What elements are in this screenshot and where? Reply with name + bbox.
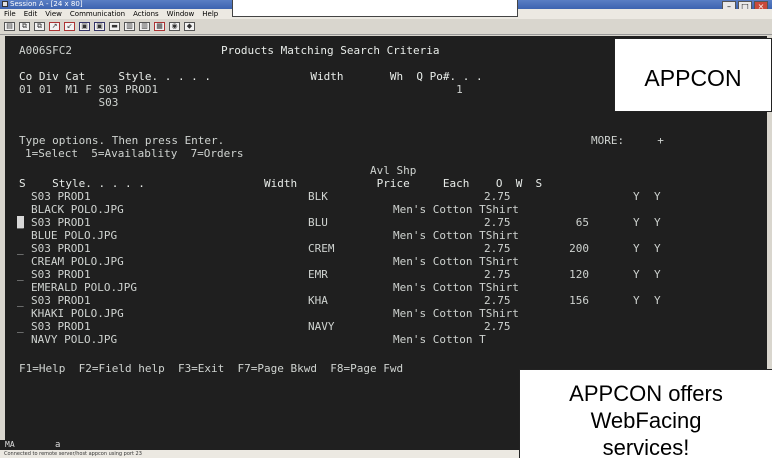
screen-heading: Products Matching Search Criteria <box>221 44 440 57</box>
row-each: 156 <box>569 294 589 307</box>
callout-line-2: WebFacing <box>590 408 702 433</box>
column-header-1: Avl Shp <box>19 164 417 177</box>
oia-field: a <box>55 440 61 450</box>
window-title: Session A - [24 x 80] <box>10 0 83 8</box>
callout-line-3: services! <box>602 435 690 458</box>
menu-help[interactable]: Help <box>202 9 218 19</box>
row-description: Men's Cotton TShirt <box>393 203 519 216</box>
row-width: EMR <box>308 268 328 281</box>
row-select-field[interactable] <box>17 190 24 203</box>
row-w: Y <box>654 294 661 307</box>
criteria-header: Co Div Cat Style. . . . . Width Wh Q Po#… <box>19 70 483 83</box>
row-select-field[interactable]: _ <box>17 216 24 229</box>
row-style: S03 PROD1 <box>31 190 91 203</box>
appcon-label: APPCON <box>614 38 772 112</box>
row-image: KHAKI POLO.JPG <box>31 307 124 320</box>
row-image: NAVY POLO.JPG <box>31 333 118 346</box>
play-icon[interactable]: ▬ <box>109 22 120 31</box>
row-image: CREAM POLO.JPG <box>31 255 124 268</box>
map-icon[interactable]: ▥ <box>139 22 150 31</box>
macro-icon[interactable]: ▥ <box>124 22 135 31</box>
toolbar: ▤ ⧉ ⧉ ↗ ↙ ▣ ▣ ▬ ▥ ▥ ▦ ◉ ◆ <box>0 19 772 35</box>
row-w: Y <box>654 216 661 229</box>
oia-indicator: MA <box>5 440 15 449</box>
column-header-2: S Style. . . . . Width Price Each O W S <box>19 177 543 190</box>
webfacing-callout: APPCON offers WebFacing services! <box>519 369 772 458</box>
row-style: S03 PROD1 <box>31 268 91 281</box>
more-indicator: MORE: + <box>591 134 664 147</box>
row-description: Men's Cotton T <box>393 333 486 346</box>
help-icon[interactable]: ◆ <box>184 22 195 31</box>
row-price: 2.75 <box>484 268 511 281</box>
display-icon[interactable]: ▣ <box>79 22 90 31</box>
row-description: Men's Cotton TShirt <box>393 281 519 294</box>
row-o: Y <box>633 190 640 203</box>
row-image: BLACK POLO.JPG <box>31 203 124 216</box>
row-style: S03 PROD1 <box>31 294 91 307</box>
row-price: 2.75 <box>484 294 511 307</box>
row-each: 120 <box>569 268 589 281</box>
blank-callout <box>232 0 518 17</box>
copy-icon[interactable]: ⧉ <box>19 22 30 31</box>
record-icon[interactable]: ▣ <box>94 22 105 31</box>
row-description: Men's Cotton TShirt <box>393 229 519 242</box>
session-icon[interactable] <box>2 1 8 7</box>
row-image: EMERALD POLO.JPG <box>31 281 137 294</box>
row-o: Y <box>633 216 640 229</box>
row-o: Y <box>633 294 640 307</box>
row-image: BLUE POLO.JPG <box>31 229 118 242</box>
row-style: S03 PROD1 <box>31 320 91 333</box>
program-name: A006SFC2 <box>19 44 72 57</box>
row-description: Men's Cotton TShirt <box>393 307 519 320</box>
row-o: Y <box>633 242 640 255</box>
receive-icon[interactable]: ↙ <box>64 22 75 31</box>
menu-edit[interactable]: Edit <box>24 9 38 19</box>
color-icon[interactable]: ◉ <box>169 22 180 31</box>
row-width: BLK <box>308 190 328 203</box>
row-select-field[interactable]: _ <box>17 242 24 255</box>
row-width: CREM <box>308 242 335 255</box>
popup-keypad-icon[interactable]: ▦ <box>154 22 165 31</box>
row-each: 65 <box>575 216 589 229</box>
connection-status: Connected to remote server/host appcon u… <box>4 451 142 457</box>
row-w: Y <box>654 268 661 281</box>
row-w: Y <box>654 190 661 203</box>
appcon-label-text: APPCON <box>644 64 742 91</box>
row-width: NAVY <box>308 320 335 333</box>
menu-communication[interactable]: Communication <box>70 9 125 19</box>
function-keys: F1=Help F2=Field help F3=Exit F7=Page Bk… <box>19 362 404 375</box>
menu-file[interactable]: File <box>4 9 16 19</box>
row-select-field[interactable]: _ <box>17 268 24 281</box>
instructions: Type options. Then press Enter. <box>19 134 225 147</box>
row-w: Y <box>654 242 661 255</box>
menu-window[interactable]: Window <box>167 9 195 19</box>
row-o: Y <box>633 268 640 281</box>
row-price: 2.75 <box>484 242 511 255</box>
criteria-values-2: S03 <box>19 96 119 109</box>
row-price: 2.75 <box>484 190 511 203</box>
row-style: S03 PROD1 <box>31 216 91 229</box>
callout-line-1: APPCON offers <box>569 381 723 406</box>
print-icon[interactable]: ▤ <box>4 22 15 31</box>
row-description: Men's Cotton TShirt <box>393 255 519 268</box>
row-style: S03 PROD1 <box>31 242 91 255</box>
row-width: KHA <box>308 294 328 307</box>
criteria-values: 01 01 M1 F S03 PROD1 1 <box>19 83 463 96</box>
row-width: BLU <box>308 216 328 229</box>
row-each: 200 <box>569 242 589 255</box>
row-select-field[interactable]: _ <box>17 294 24 307</box>
row-price: 2.75 <box>484 216 511 229</box>
send-icon[interactable]: ↗ <box>49 22 60 31</box>
menu-actions[interactable]: Actions <box>133 9 159 19</box>
paste-icon[interactable]: ⧉ <box>34 22 45 31</box>
row-select-field[interactable]: _ <box>17 320 24 333</box>
row-price: 2.75 <box>484 320 511 333</box>
menu-view[interactable]: View <box>45 9 62 19</box>
options-legend: 1=Select 5=Availablity 7=Orders <box>25 147 244 160</box>
